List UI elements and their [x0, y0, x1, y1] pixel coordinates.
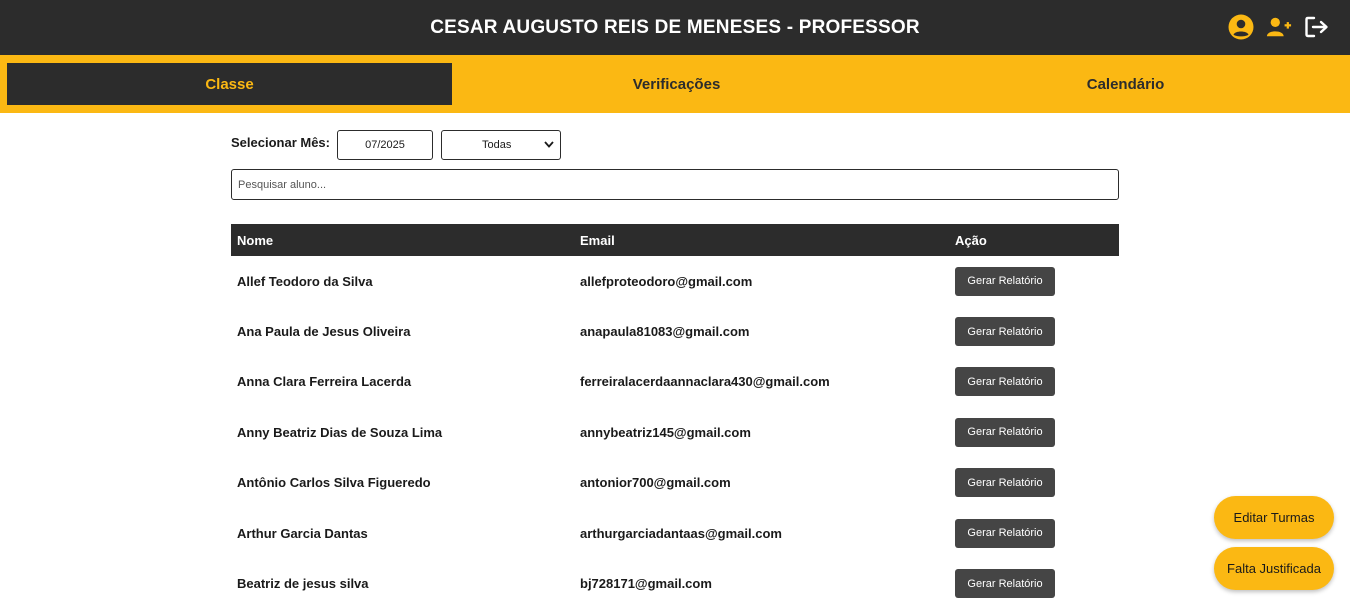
generate-report-button[interactable]: Gerar Relatório: [955, 468, 1055, 498]
table-header-row: Nome Email Ação: [231, 224, 1119, 256]
table-row: Ana Paula de Jesus Oliveira anapaula8108…: [231, 306, 1119, 356]
tab-classe[interactable]: Classe: [7, 63, 452, 105]
generate-report-button[interactable]: Gerar Relatório: [955, 367, 1055, 397]
user-circle-icon[interactable]: [1228, 14, 1254, 40]
month-input[interactable]: [337, 130, 433, 160]
top-bar: CESAR AUGUSTO REIS DE MENESES - PROFESSO…: [0, 0, 1350, 55]
student-email: annybeatriz145@gmail.com: [580, 424, 751, 440]
tab-bar: Classe Verificações Calendário: [0, 55, 1350, 113]
student-name: Antônio Carlos Silva Figueredo: [237, 475, 431, 491]
header-name: Nome: [231, 224, 574, 256]
generate-report-button[interactable]: Gerar Relatório: [955, 417, 1055, 447]
table-row: Anny Beatriz Dias de Souza Lima annybeat…: [231, 407, 1119, 457]
student-email: arthurgarciadantaas@gmail.com: [580, 525, 782, 541]
student-name: Anny Beatriz Dias de Souza Lima: [237, 424, 443, 440]
header-actions: [1228, 14, 1330, 40]
header-email: Email: [574, 224, 949, 256]
student-name: Anna Clara Ferreira Lacerda: [237, 374, 412, 390]
student-email: anapaula81083@gmail.com: [580, 324, 750, 340]
header-action: Ação: [949, 224, 1119, 256]
logout-icon[interactable]: [1304, 14, 1330, 40]
student-email: antonior700@gmail.com: [580, 475, 731, 491]
table-row: Beatriz de jesus silva bj728171@gmail.co…: [231, 558, 1119, 599]
student-name: Allef Teodoro da Silva: [237, 273, 373, 289]
search-input[interactable]: [231, 169, 1119, 200]
tab-verificacoes[interactable]: Verificações: [452, 63, 901, 105]
student-email: ferreiralacerdaannaclara430@gmail.com: [580, 374, 830, 390]
edit-classes-button[interactable]: Editar Turmas: [1214, 496, 1334, 539]
generate-report-button[interactable]: Gerar Relatório: [955, 569, 1055, 599]
student-email: allefproteodoro@gmail.com: [580, 273, 753, 289]
student-email: bj728171@gmail.com: [580, 576, 712, 592]
justified-absence-button[interactable]: Falta Justificada: [1214, 547, 1334, 590]
chevron-down-icon: [544, 139, 554, 151]
generate-report-button[interactable]: Gerar Relatório: [955, 317, 1055, 347]
page-title: CESAR AUGUSTO REIS DE MENESES - PROFESSO…: [430, 16, 920, 38]
table-row: Arthur Garcia Dantas arthurgarciadantaas…: [231, 508, 1119, 558]
student-name: Beatriz de jesus silva: [237, 576, 369, 592]
table-row: Allef Teodoro da Silva allefproteodoro@g…: [231, 256, 1119, 306]
student-name: Ana Paula de Jesus Oliveira: [237, 324, 411, 340]
month-label: Selecionar Mês:: [231, 135, 330, 150]
table-row: Antônio Carlos Silva Figueredo antonior7…: [231, 458, 1119, 508]
status-select[interactable]: Todas: [441, 130, 561, 160]
students-table: Nome Email Ação Allef Teodoro da Silva a…: [231, 224, 1119, 599]
student-name: Arthur Garcia Dantas: [237, 525, 368, 541]
table-row: Anna Clara Ferreira Lacerda ferreiralace…: [231, 357, 1119, 407]
generate-report-button[interactable]: Gerar Relatório: [955, 518, 1055, 548]
filters-row: Selecionar Mês: Todas: [231, 130, 561, 160]
user-plus-icon[interactable]: [1266, 14, 1292, 40]
tab-calendario[interactable]: Calendário: [901, 63, 1350, 105]
status-select-value: Todas: [482, 139, 512, 151]
generate-report-button[interactable]: Gerar Relatório: [955, 266, 1055, 296]
